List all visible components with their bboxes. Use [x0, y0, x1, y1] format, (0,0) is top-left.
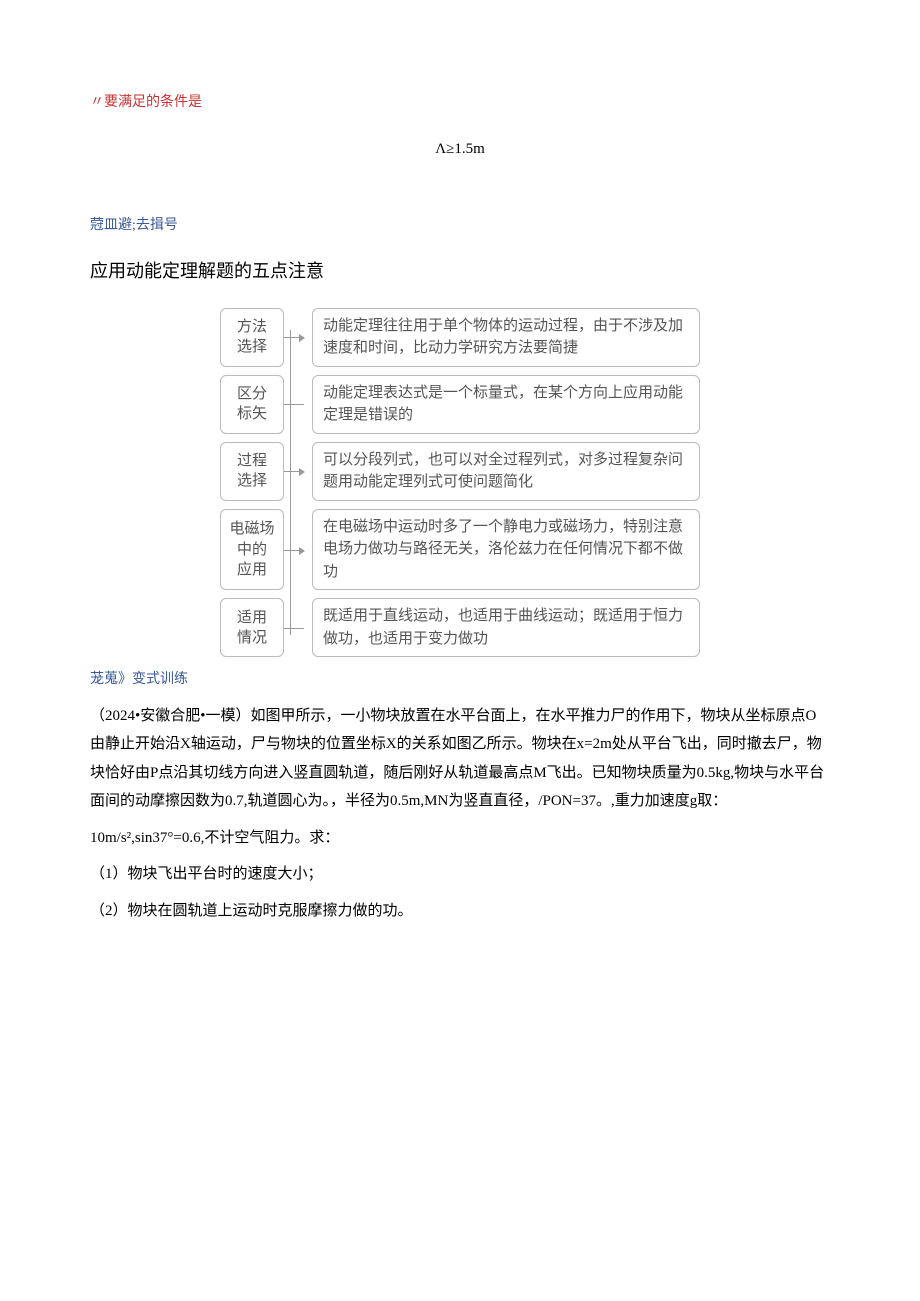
section-tag-1: 蒄皿避;去揖号	[90, 213, 830, 240]
question-1: （1）物块飞出平台时的速度大小；	[90, 860, 830, 889]
diagram-row: 过程 选择 可以分段列式，也可以对全过程列式，对多过程复杂问题用动能定理列式可使…	[220, 442, 700, 501]
node-right-apply: 既适用于直线运动，也适用于曲线运动；既适用于恒力做功，也适用于变力做功	[312, 598, 700, 657]
node-left-process: 过程 选择	[220, 442, 284, 501]
problem-block: （2024•安徽合肥•一模）如图甲所示，一小物块放置在水平台面上，在水平推力尸的…	[90, 702, 830, 926]
diagram-row: 方法 选择 动能定理往往用于单个物体的运动过程，由于不涉及加速度和时间，比动力学…	[220, 308, 700, 367]
node-left-method: 方法 选择	[220, 308, 284, 367]
node-right-scalar: 动能定理表达式是一个标量式，在某个方向上应用动能定理是错误的	[312, 375, 700, 434]
node-left-em: 电磁场 中的 应用	[220, 509, 284, 591]
node-right-process: 可以分段列式，也可以对全过程列式，对多过程复杂问题用动能定理列式可使问题简化	[312, 442, 700, 501]
inequality-line: Λ≥1.5m	[90, 135, 830, 164]
problem-paragraph-1: （2024•安徽合肥•一模）如图甲所示，一小物块放置在水平台面上，在水平推力尸的…	[90, 702, 830, 816]
problem-paragraph-2: 10m/s²,sin37°=0.6,不计空气阻力。求：	[90, 824, 830, 853]
flow-diagram: 方法 选择 动能定理往往用于单个物体的运动过程，由于不涉及加速度和时间，比动力学…	[220, 308, 700, 658]
section-tag-2: 茏蒐》变式训练	[90, 667, 830, 694]
diagram-row: 电磁场 中的 应用 在电磁场中运动时多了一个静电力或磁场力，特别注意电场力做功与…	[220, 509, 700, 591]
question-2: （2）物块在圆轨道上运动时克服摩擦力做的功。	[90, 897, 830, 926]
node-right-method: 动能定理往往用于单个物体的运动过程，由于不涉及加速度和时间，比动力学研究方法要简…	[312, 308, 700, 367]
diagram-row: 适用 情况 既适用于直线运动，也适用于曲线运动；既适用于恒力做功，也适用于变力做…	[220, 598, 700, 657]
node-right-em: 在电磁场中运动时多了一个静电力或磁场力，特别注意电场力做功与路径无关，洛伦兹力在…	[312, 509, 700, 591]
diagram-row: 区分 标矢 动能定理表达式是一个标量式，在某个方向上应用动能定理是错误的	[220, 375, 700, 434]
node-left-apply: 适用 情况	[220, 598, 284, 657]
section-title: 应用动能定理解题的五点注意	[90, 254, 830, 288]
condition-note: 〃要满足的条件是	[90, 90, 830, 117]
node-left-scalar: 区分 标矢	[220, 375, 284, 434]
